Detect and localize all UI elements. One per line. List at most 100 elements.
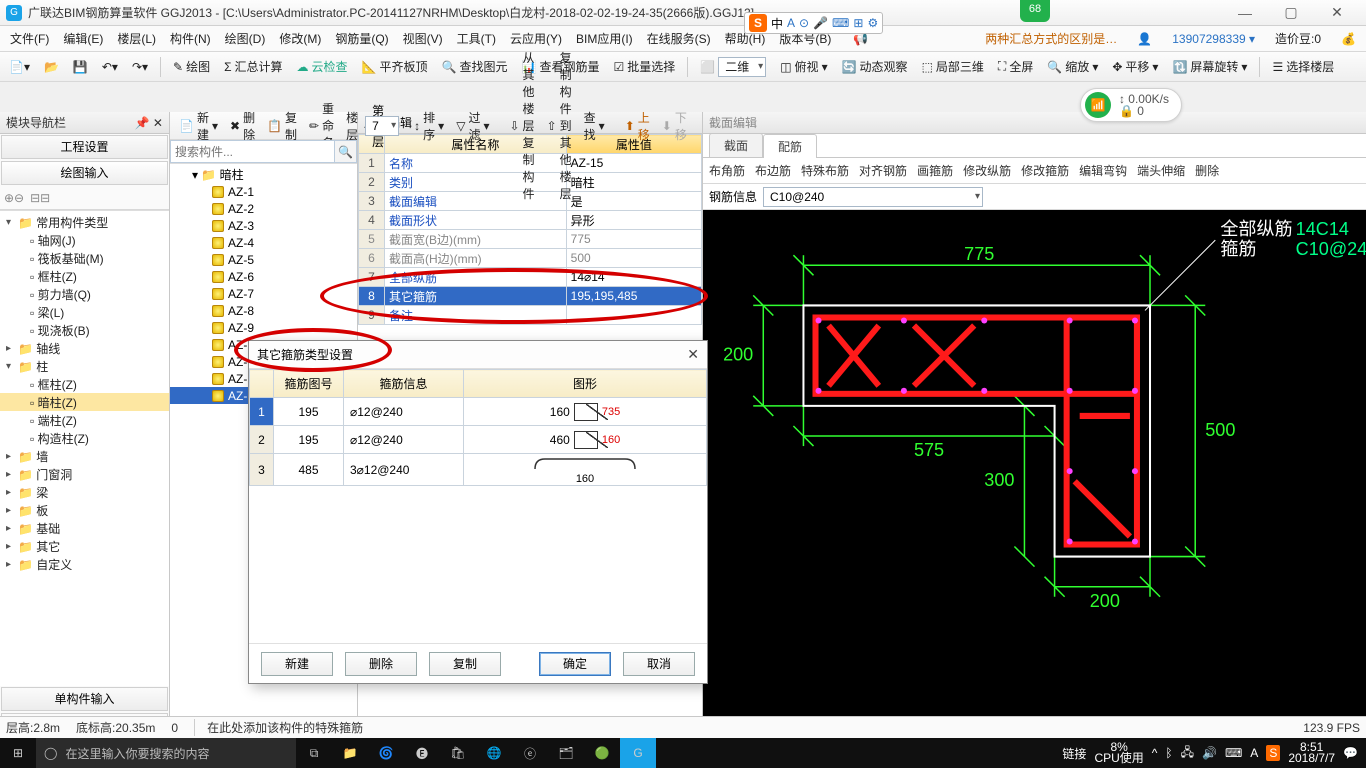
menu-rebar[interactable]: 钢筋量(Q) [329, 27, 394, 50]
new-file-button[interactable]: 📄▾ [4, 58, 35, 76]
dlg-cancel-button[interactable]: 取消 [623, 652, 695, 676]
menu-edit[interactable]: 编辑(E) [57, 27, 109, 50]
comp-filter-button[interactable]: ▽过滤▾ [451, 107, 494, 145]
ime-opt1-icon[interactable]: ⊙ [799, 16, 809, 30]
app-edge-icon[interactable]: 🅔 [404, 738, 440, 768]
comp-copyto-button[interactable]: ⇧复制构件到其他楼层 [542, 47, 577, 204]
dialog-table[interactable]: 箍筋图号 箍筋信息 图形 1195⌀12@240160 7352195⌀12@2… [249, 369, 707, 486]
app-ggj-icon[interactable]: G [620, 738, 656, 768]
findelem-button[interactable]: 🔍 查找图元 [437, 56, 513, 77]
menu-draw[interactable]: 绘图(D) [219, 27, 272, 50]
tray-s-icon[interactable]: S [1266, 745, 1280, 761]
tray-up-icon[interactable]: ^ [1152, 746, 1158, 760]
save-button[interactable]: 💾 [68, 58, 93, 76]
redo-button[interactable]: ↷▾ [127, 58, 153, 76]
tray-net-icon[interactable]: 🖧 [1181, 743, 1194, 764]
tray-notif-icon[interactable]: 💬 [1343, 746, 1358, 760]
nav-item[interactable]: ▸📁 轴线 [0, 339, 169, 357]
nav-item[interactable]: ▫ 暗柱(Z) [0, 393, 169, 411]
dialog-close-button[interactable]: ✕ [687, 346, 699, 363]
ime-mic-icon[interactable]: 🎤 [813, 16, 828, 30]
nav-section-single[interactable]: 单构件输入 [1, 687, 168, 711]
nav-section-draw[interactable]: 绘图输入 [1, 161, 168, 185]
maximize-button[interactable]: ▢ [1268, 4, 1314, 21]
comp-search-button[interactable]: 查找▾ [579, 107, 610, 145]
nav-item[interactable]: ▫ 筏板基础(M) [0, 249, 169, 267]
start-button[interactable]: ⊞ [0, 738, 36, 768]
ctree-item[interactable]: AZ-2 [170, 200, 357, 217]
rebar-tool[interactable]: 对齐钢筋 [859, 162, 907, 179]
rebar-tool[interactable]: 布角筋 [709, 162, 745, 179]
rebar-tool[interactable]: 修改纵筋 [963, 162, 1011, 179]
menu-floor[interactable]: 楼层(L) [111, 27, 162, 50]
dlg-copy-button[interactable]: 复制 [429, 652, 501, 676]
area3d-button[interactable]: ⬚ 局部三维 [917, 56, 989, 77]
tray-ime-icon[interactable]: ⌨ [1225, 746, 1242, 760]
comp-new-button[interactable]: 📄新建▾ [174, 107, 223, 145]
tray-vol-icon[interactable]: 🔊 [1202, 746, 1217, 760]
zoom-button[interactable]: 🔍 缩放 ▾ [1042, 56, 1103, 77]
comp-copy-button[interactable]: 📋复制 [262, 107, 302, 145]
canvas[interactable]: 775 200 500 575 300 200 全部纵筋 14C14 箍筋 C1… [703, 210, 1366, 718]
faq-link[interactable]: 两种汇总方式的区别是… [979, 27, 1123, 50]
close-button[interactable]: ✕ [1314, 4, 1360, 21]
menu-bim[interactable]: BIM应用(I) [570, 27, 639, 50]
dlg-new-button[interactable]: 新建 [261, 652, 333, 676]
ime-toolbar[interactable]: S 中 A ⊙ 🎤 ⌨ ⊞ ⚙ [744, 12, 883, 34]
rebar-tool[interactable]: 布边筋 [755, 162, 791, 179]
nav-item[interactable]: ▫ 框柱(Z) [0, 375, 169, 393]
menu-view[interactable]: 视图(V) [397, 27, 449, 50]
rebar-tool[interactable]: 编辑弯钩 [1079, 162, 1127, 179]
app-edge2-icon[interactable]: 🌐 [476, 738, 512, 768]
rebar-tool[interactable]: 删除 [1195, 162, 1219, 179]
nav-tree[interactable]: ▾📁 常用构件类型▫ 轴网(J)▫ 筏板基础(M)▫ 框柱(Z)▫ 剪力墙(Q)… [0, 210, 169, 686]
ctree-item[interactable]: AZ-5 [170, 251, 357, 268]
nav-item[interactable]: ▸📁 基础 [0, 519, 169, 537]
nav-section-project[interactable]: 工程设置 [1, 135, 168, 159]
rotate-button[interactable]: 🔃 屏幕旋转 ▾ [1167, 56, 1252, 77]
nav-item[interactable]: ▸📁 墙 [0, 447, 169, 465]
menu-component[interactable]: 构件(N) [164, 27, 217, 50]
view2d-button[interactable]: ⬜ 二维 [695, 55, 771, 79]
fullscreen-button[interactable]: ⛶ 全屏 [993, 56, 1038, 77]
birdview-button[interactable]: ◫ 俯视 ▾ [775, 56, 832, 77]
app-files-icon[interactable]: 🗂 [548, 738, 584, 768]
rebar-info-combo[interactable]: C10@240 [763, 187, 983, 207]
ime-kb-icon[interactable]: ⌨ [832, 16, 849, 30]
nav-item[interactable]: ▸📁 门窗洞 [0, 465, 169, 483]
nav-item[interactable]: ▫ 框柱(Z) [0, 267, 169, 285]
dlg-del-button[interactable]: 删除 [345, 652, 417, 676]
nav-pin-icon[interactable]: 📌 ✕ [135, 116, 163, 130]
tab-rebar[interactable]: 配筋 [763, 134, 817, 158]
prop-row[interactable]: 6截面高(H边)(mm)500 [359, 249, 702, 268]
tray-link[interactable]: 链接 [1062, 745, 1086, 762]
open-button[interactable]: 📂 [39, 58, 64, 76]
ime-apps-icon[interactable]: ⊞ [853, 16, 863, 30]
system-tray[interactable]: 链接 8% CPU使用 ^ ᛒ 🖧 🔊 ⌨ A S 8:51 2018/7/7 … [1062, 742, 1366, 764]
rebar-tool[interactable]: 画箍筋 [917, 162, 953, 179]
nav-item[interactable]: ▫ 剪力墙(Q) [0, 285, 169, 303]
coin-icon[interactable]: 💰 [1335, 29, 1362, 49]
ctree-item[interactable]: AZ-8 [170, 302, 357, 319]
ctree-item[interactable]: AZ-9 [170, 319, 357, 336]
rebar-tool[interactable]: 特殊布筋 [801, 162, 849, 179]
taskview-icon[interactable]: ⧉ [296, 738, 332, 768]
menu-modify[interactable]: 修改(M) [273, 27, 327, 50]
comp-down-button[interactable]: ⬇下移 [657, 107, 692, 145]
prop-row[interactable]: 8其它箍筋195,195,485 [359, 287, 702, 306]
nav-item[interactable]: ▫ 轴网(J) [0, 231, 169, 249]
nav-item[interactable]: ▸📁 板 [0, 501, 169, 519]
ctree-item[interactable]: AZ-6 [170, 268, 357, 285]
network-indicator[interactable]: 📶 ↕ 0.00K/s 🔒 0 [1080, 88, 1182, 122]
nav-item[interactable]: ▸📁 其它 [0, 537, 169, 555]
tray-a-icon[interactable]: A [1250, 746, 1258, 760]
dlg-ok-button[interactable]: 确定 [539, 652, 611, 676]
dialog-row[interactable]: 1195⌀12@240160 735 [250, 398, 707, 426]
ctree-item[interactable]: AZ-7 [170, 285, 357, 302]
comp-sort-button[interactable]: ↕排序▾ [409, 107, 449, 145]
green-badge[interactable]: 68 [1020, 0, 1050, 22]
pan-button[interactable]: ✥ 平移 ▾ [1107, 56, 1163, 77]
comp-floor-combo[interactable]: 第7层 [365, 116, 399, 136]
ime-lang[interactable]: 中 [771, 15, 783, 32]
prop-row[interactable]: 5截面宽(B边)(mm)775 [359, 230, 702, 249]
